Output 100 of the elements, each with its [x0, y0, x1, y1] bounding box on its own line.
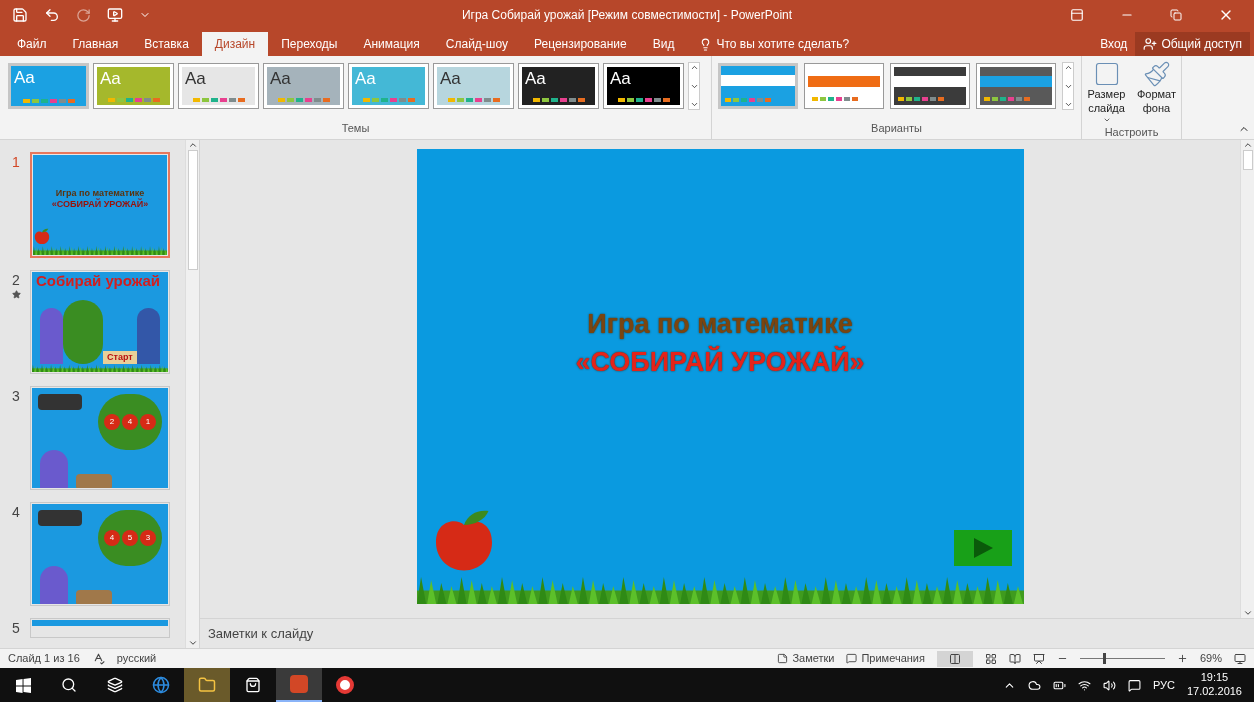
answer-apple[interactable]: 2	[104, 414, 120, 430]
tell-me-field[interactable]: Что вы хотите сделать?	[687, 32, 889, 56]
task-panel	[38, 510, 82, 526]
ribbon-button[interactable]: Формат фона	[1133, 60, 1180, 124]
apple-icon	[33, 227, 51, 245]
taskbar-app[interactable]	[276, 668, 322, 702]
gallery-scroll[interactable]	[688, 62, 700, 110]
browser-icon[interactable]	[336, 676, 354, 694]
character-placeholder	[136, 308, 160, 364]
ribbon-tab[interactable]: Рецензирование	[521, 32, 640, 56]
slide-number: 5	[12, 619, 20, 638]
answer-apple[interactable]: 3	[140, 530, 156, 546]
scrollbar[interactable]	[1240, 140, 1254, 618]
theme-thumbnail[interactable]: Aa	[433, 63, 514, 109]
thumbnail-title: Собирай урожай	[35, 272, 162, 291]
ribbon-tab[interactable]: Вставка	[131, 32, 202, 56]
task-view-icon[interactable]	[107, 677, 123, 693]
comment-icon	[846, 653, 858, 664]
scrollbar-thumb[interactable]	[187, 150, 198, 270]
answer-apple[interactable]: 5	[122, 530, 138, 546]
notes-button[interactable]: Заметки	[777, 650, 835, 667]
clock-date[interactable]: 17.02.2016	[1186, 685, 1242, 699]
thumbnail-text: Игра по математике	[55, 187, 145, 198]
gallery-scroll[interactable]	[1062, 62, 1074, 110]
answer-apple[interactable]: 1	[140, 414, 156, 430]
scroll-up-icon[interactable]	[1242, 140, 1253, 150]
variant-thumbnail[interactable]	[718, 63, 798, 109]
theme-thumbnail[interactable]: Aa	[178, 63, 259, 109]
zoom-thumb[interactable]	[1102, 653, 1106, 664]
theme-thumbnail[interactable]: Aa	[603, 63, 684, 109]
scroll-down-icon[interactable]	[1242, 608, 1253, 618]
slide-sorter-icon[interactable]	[984, 652, 997, 665]
clock-time[interactable]: 19:15	[1200, 671, 1229, 685]
theme-thumbnail[interactable]: Aa	[8, 63, 89, 109]
zoom-slider[interactable]	[1079, 653, 1165, 664]
notes-icon	[777, 653, 789, 664]
wifi-icon[interactable]	[1077, 678, 1091, 692]
ribbon-button[interactable]: Размер слайда	[1083, 60, 1130, 124]
ribbon-tab[interactable]: Файл	[4, 32, 60, 56]
zoom-reading[interactable]: 69%	[1199, 650, 1222, 667]
save-icon[interactable]	[12, 7, 28, 23]
scrollbar[interactable]	[185, 140, 199, 648]
scroll-up-icon[interactable]	[187, 140, 198, 150]
language-indicator[interactable]: русский	[116, 650, 157, 667]
thumbnail-text: «СОБИРАЙ УРОЖАЙ»	[51, 199, 149, 211]
answer-apple[interactable]: 4	[122, 414, 138, 430]
more-icon[interactable]	[1063, 100, 1073, 109]
slide-thumbnail[interactable]: Собирай урожай Старт	[30, 270, 170, 374]
scroll-up-icon[interactable]	[689, 63, 699, 72]
variant-thumbnail[interactable]	[804, 63, 884, 109]
share-button[interactable]: Общий доступ	[1135, 32, 1250, 56]
slide-thumbnail[interactable]: 2 4 1	[30, 386, 170, 490]
variant-thumbnail[interactable]	[890, 63, 970, 109]
slide-thumbnail[interactable]: 4 5 3	[30, 502, 170, 606]
slide-title: «СОБИРАЙ УРОЖАЙ»	[575, 345, 865, 379]
store-icon[interactable]	[245, 677, 261, 693]
comments-button[interactable]: Примечания	[846, 650, 925, 667]
next-button[interactable]	[953, 530, 1012, 566]
normal-view-icon	[948, 652, 961, 665]
ribbon-tab[interactable]: Анимация	[350, 32, 433, 56]
basket-drawing	[76, 590, 112, 604]
variant-thumbnail[interactable]	[976, 63, 1056, 109]
slide-thumbnail[interactable]: Игра по математике «СОБИРАЙ УРОЖАЙ»	[30, 152, 170, 258]
undo-icon[interactable]	[44, 7, 60, 23]
ribbon-tab[interactable]: Переходы	[268, 32, 351, 56]
ribbon-tab[interactable]: Слайд-шоу	[432, 32, 521, 56]
ribbon-tab[interactable]: Главная	[59, 32, 132, 56]
character-placeholder	[40, 566, 68, 604]
theme-thumbnail[interactable]: Aa	[263, 63, 344, 109]
group-label: Варианты	[870, 120, 923, 136]
cloud-icon[interactable]	[1027, 678, 1041, 692]
reading-view-icon[interactable]	[1008, 652, 1021, 665]
normal-view-button[interactable]	[936, 650, 973, 667]
slide-thumbnail[interactable]	[30, 618, 170, 638]
notifications-icon[interactable]	[1127, 678, 1141, 692]
scrollbar-thumb[interactable]	[1242, 150, 1253, 170]
search-icon[interactable]	[61, 677, 77, 693]
zoom-in-icon[interactable]	[1176, 653, 1188, 664]
taskbar-app[interactable]	[184, 668, 230, 702]
notes-field[interactable]: Заметки к слайду	[208, 623, 508, 644]
slideshow-icon[interactable]	[107, 7, 123, 23]
answer-apple[interactable]: 4	[104, 530, 120, 546]
ribbon-tab[interactable]: Дизайн	[201, 32, 269, 56]
slide-number: 4	[12, 503, 20, 522]
user-icon	[1143, 37, 1158, 51]
scroll-up-icon[interactable]	[1063, 63, 1073, 72]
slideshow-icon[interactable]	[1032, 652, 1045, 665]
restore-icon[interactable]	[1170, 9, 1182, 21]
scroll-down-icon[interactable]	[187, 638, 198, 648]
volume-icon[interactable]	[1102, 678, 1116, 692]
input-language[interactable]: РУС	[1152, 676, 1175, 694]
ribbon-display-icon[interactable]	[1070, 8, 1084, 22]
sign-in-link[interactable]: Вход	[1092, 32, 1136, 56]
more-icon[interactable]	[689, 100, 699, 109]
theme-thumbnail[interactable]: Aa	[518, 63, 599, 109]
start-crate[interactable]: Старт	[103, 350, 137, 364]
windows-logo-icon[interactable]	[15, 677, 31, 693]
tell-me-input[interactable]: Что вы хотите сделать?	[716, 35, 877, 53]
fit-slide-icon[interactable]	[1234, 652, 1246, 665]
ribbon-tab[interactable]: Вид	[639, 32, 688, 56]
